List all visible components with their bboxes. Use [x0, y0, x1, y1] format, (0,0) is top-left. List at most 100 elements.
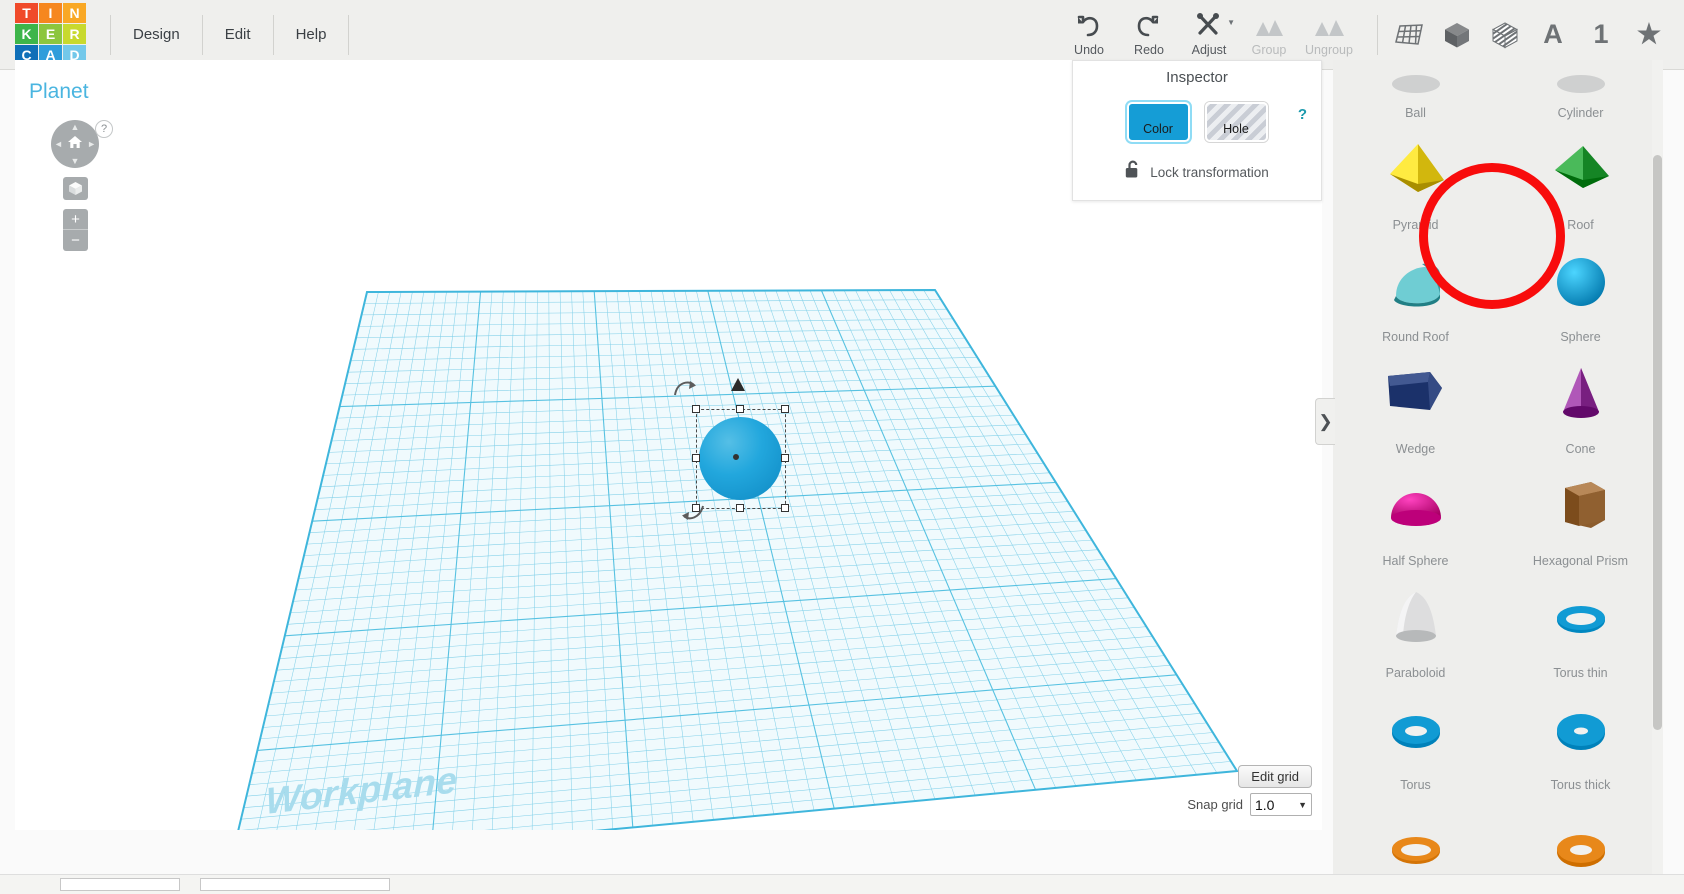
torus-icon	[1333, 686, 1498, 776]
chevron-down-icon: ▼	[1298, 799, 1307, 810]
shape-item-torus-thin[interactable]: Torus thin	[1498, 574, 1663, 686]
lock-transformation-label: Lock transformation	[1150, 164, 1269, 180]
resize-handle[interactable]	[781, 504, 789, 512]
undo-arrow-icon	[1076, 12, 1102, 38]
shape-label: Pyramid	[1392, 218, 1439, 232]
shape-item-cone[interactable]: Cone	[1498, 350, 1663, 462]
star-glyph: ★	[1636, 19, 1662, 49]
sphere-object[interactable]	[699, 417, 782, 500]
cone-icon	[1498, 350, 1663, 440]
shape-item-roof[interactable]: Roof	[1498, 126, 1663, 238]
snap-grid-label: Snap grid	[1187, 797, 1243, 812]
resize-handle[interactable]	[736, 504, 744, 512]
torus-thin-icon	[1498, 574, 1663, 664]
solid-cube-icon[interactable]	[1440, 18, 1474, 52]
inspector-mode-buttons: Color Hole	[1073, 102, 1321, 142]
edit-grid-button[interactable]: Edit grid	[1238, 765, 1312, 788]
shape-label: Paraboloid	[1385, 666, 1446, 680]
inspector-title: Inspector	[1166, 69, 1228, 86]
text-letter-icon[interactable]: A	[1536, 18, 1570, 52]
chevron-down-icon: ▼	[1227, 17, 1235, 27]
redo-label: Redo	[1134, 43, 1164, 57]
shape-item-pyramid[interactable]: Pyramid	[1333, 126, 1498, 238]
color-mode-button[interactable]: Color	[1126, 102, 1190, 142]
rotate-handle-top-icon[interactable]	[672, 377, 698, 405]
shape-label: Hexagonal Prism	[1532, 554, 1629, 568]
center-point-handle[interactable]	[733, 454, 739, 460]
logo-tile-r: R	[63, 24, 86, 44]
panel-collapse-button[interactable]: ❯	[1315, 398, 1335, 445]
shape-label: Round Roof	[1382, 330, 1449, 344]
paraboloid-icon	[1333, 574, 1498, 664]
shape-item-wedge[interactable]: Wedge	[1333, 350, 1498, 462]
shape-item-ball[interactable]: Ball	[1333, 60, 1498, 126]
group-label: Group	[1251, 43, 1287, 57]
logo-tile-e: E	[39, 24, 62, 44]
letter-a-glyph: A	[1543, 19, 1563, 49]
scrollbar-thumb[interactable]	[1653, 155, 1662, 730]
group-shapes-icon	[1252, 12, 1286, 38]
shape-item-torus-thick[interactable]: Torus thick	[1498, 686, 1663, 798]
download-item[interactable]	[60, 878, 180, 891]
lock-transformation-row[interactable]: Lock transformation	[1073, 160, 1321, 184]
snap-grid-select[interactable]: 1.0 ▼	[1250, 793, 1312, 816]
pyramid-icon	[1333, 126, 1498, 216]
download-item[interactable]	[200, 878, 390, 891]
roof-icon	[1498, 126, 1663, 216]
hex-prism-icon	[1498, 462, 1663, 552]
shape-label: Half Sphere	[1382, 554, 1449, 568]
ungroup-button[interactable]: Ungroup	[1299, 4, 1359, 66]
resize-handle[interactable]	[692, 454, 700, 462]
snap-grid-value: 1.0	[1255, 796, 1275, 813]
logo-tile-t: T	[15, 3, 38, 23]
number-one-glyph: 1	[1593, 19, 1609, 49]
shape-label: Wedge	[1395, 442, 1436, 456]
resize-handle[interactable]	[692, 405, 700, 413]
inspector-help-icon[interactable]: ?	[1298, 106, 1307, 123]
partial-top-left-icon	[1333, 60, 1498, 104]
rotate-handle-bottom-icon[interactable]	[680, 502, 706, 530]
undo-button[interactable]: Undo	[1059, 4, 1119, 66]
resize-handle[interactable]	[781, 454, 789, 462]
tinkercad-logo[interactable]: TINKERCAD	[15, 3, 88, 66]
shape-label: Roof	[1567, 218, 1594, 232]
workplane-grid-icon[interactable]	[1392, 18, 1426, 52]
shape-label: Cone	[1565, 442, 1596, 456]
color-label: Color	[1143, 122, 1173, 136]
shape-item-round-roof[interactable]: Round Roof	[1333, 238, 1498, 350]
shape-label: Torus thin	[1553, 666, 1608, 680]
star-favorites-icon[interactable]: ★	[1632, 18, 1666, 52]
height-handle-icon[interactable]	[731, 378, 745, 391]
shape-label: Cylinder	[1557, 106, 1604, 120]
shapes-panel-scrollbar[interactable]	[1652, 60, 1663, 894]
menu-divider	[348, 14, 350, 55]
hole-mode-button[interactable]: Hole	[1204, 102, 1268, 142]
resize-handle[interactable]	[736, 405, 744, 413]
shape-label: Torus thick	[1550, 778, 1611, 792]
number-icon[interactable]: 1	[1584, 18, 1618, 52]
shape-label: Torus	[1400, 778, 1431, 792]
grid-settings: Edit grid Snap grid 1.0 ▼	[1187, 765, 1312, 816]
resize-handle[interactable]	[781, 405, 789, 413]
shape-item-sphere[interactable]: Sphere	[1498, 238, 1663, 350]
redo-button[interactable]: Redo	[1119, 4, 1179, 66]
logo-tile-i: I	[39, 3, 62, 23]
adjust-label: Adjust	[1191, 43, 1227, 57]
shape-category-buttons: A 1 ★	[1392, 18, 1684, 52]
tinkercad-app: TINKERCAD Design Edit Help Undo Redo ▼ A…	[0, 0, 1684, 894]
striped-cube-icon[interactable]	[1488, 18, 1522, 52]
chevron-right-icon: ❯	[1318, 411, 1333, 431]
group-button[interactable]: Group	[1239, 4, 1299, 66]
shape-item-half-sphere[interactable]: Half Sphere	[1333, 462, 1498, 574]
wedge-icon	[1333, 350, 1498, 440]
snap-grid-row: Snap grid 1.0 ▼	[1187, 793, 1312, 816]
shape-item-hexagonal-prism[interactable]: Hexagonal Prism	[1498, 462, 1663, 574]
shape-item-paraboloid[interactable]: Paraboloid	[1333, 574, 1498, 686]
sphere-icon	[1498, 238, 1663, 328]
adjust-button[interactable]: ▼ Adjust	[1179, 4, 1239, 66]
undo-label: Undo	[1074, 43, 1104, 57]
browser-bottom-strip	[0, 874, 1684, 894]
toolbar-divider	[1377, 14, 1378, 55]
shape-item-torus[interactable]: Torus	[1333, 686, 1498, 798]
shape-item-cylinder[interactable]: Cylinder	[1498, 60, 1663, 126]
